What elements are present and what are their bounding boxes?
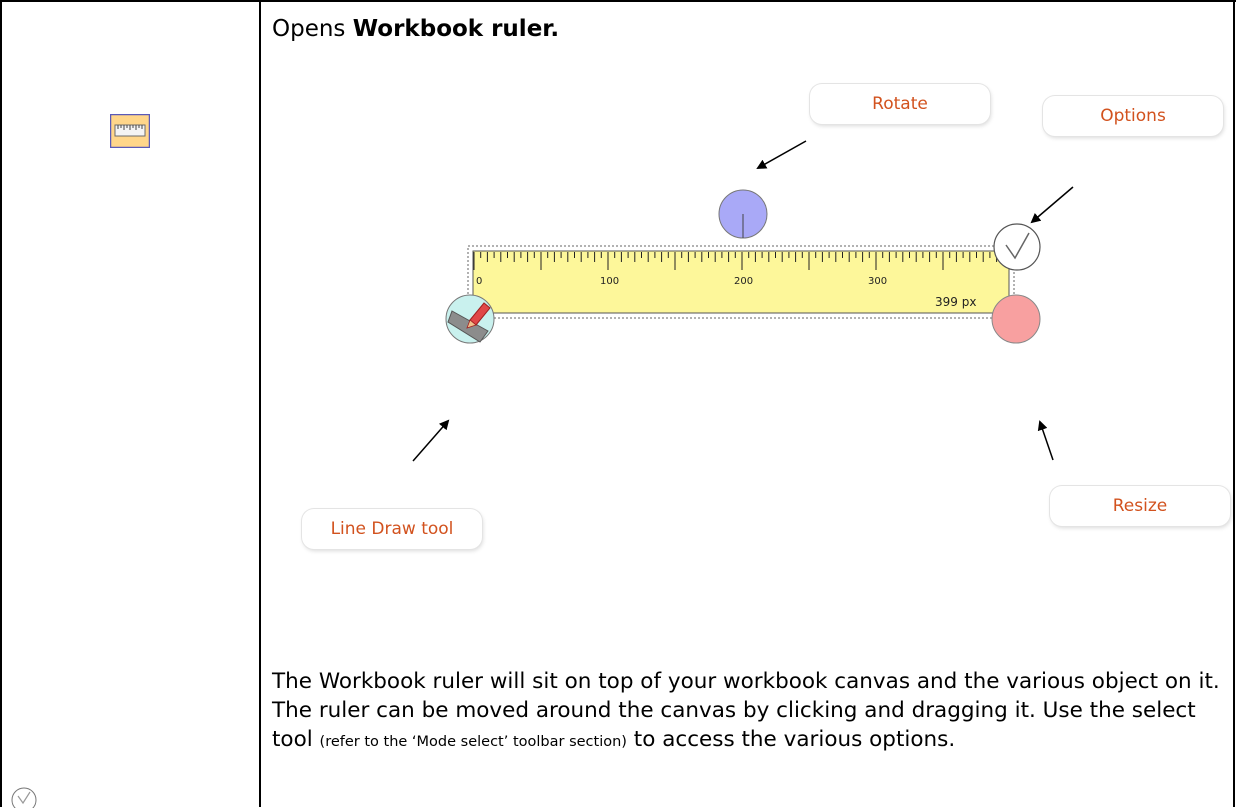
options-callout: Options <box>1043 96 1223 136</box>
rotate-handle[interactable] <box>718 189 768 239</box>
line-draw-callout: Line Draw tool <box>302 509 482 549</box>
line-draw-arrow <box>412 419 450 462</box>
heading-prefix: Opens <box>272 16 353 42</box>
selection-outline <box>467 245 1015 319</box>
table-border-top <box>0 0 1236 2</box>
heading-bold: Workbook ruler. <box>352 16 560 42</box>
check-icon <box>1005 232 1030 260</box>
rotate-callout: Rotate <box>810 84 990 124</box>
line-draw-handle[interactable] <box>445 294 495 344</box>
length-readout: 399 px <box>935 295 976 309</box>
resize-handle[interactable] <box>991 294 1041 344</box>
mini-ruler-icon <box>447 310 489 343</box>
table-border-left <box>0 0 2 807</box>
tick-label-100: 100 <box>600 276 619 287</box>
description-part2: to access the various options. <box>626 727 956 752</box>
check-circle-icon <box>10 786 40 808</box>
options-handle[interactable] <box>993 223 1041 271</box>
page-heading: Opens Workbook ruler. <box>272 14 559 44</box>
ruler-body[interactable] <box>472 250 1010 314</box>
tick-label-0: 0 <box>476 276 482 287</box>
tick-label-200: 200 <box>734 276 753 287</box>
description-small: (refer to the ‘Mode select’ toolbar sect… <box>319 734 627 750</box>
resize-arrow <box>1037 420 1054 461</box>
description-paragraph: The Workbook ruler will sit on top of yo… <box>272 667 1222 757</box>
table-border-right <box>1233 0 1235 807</box>
rotate-arrow <box>756 140 807 169</box>
ruler-icon <box>109 113 151 149</box>
options-arrow <box>1030 186 1074 224</box>
table-divider <box>259 0 261 807</box>
resize-callout: Resize <box>1050 486 1230 526</box>
tick-label-300: 300 <box>868 276 887 287</box>
ruler-ticks <box>473 252 1004 270</box>
pencil-icon <box>469 302 491 326</box>
